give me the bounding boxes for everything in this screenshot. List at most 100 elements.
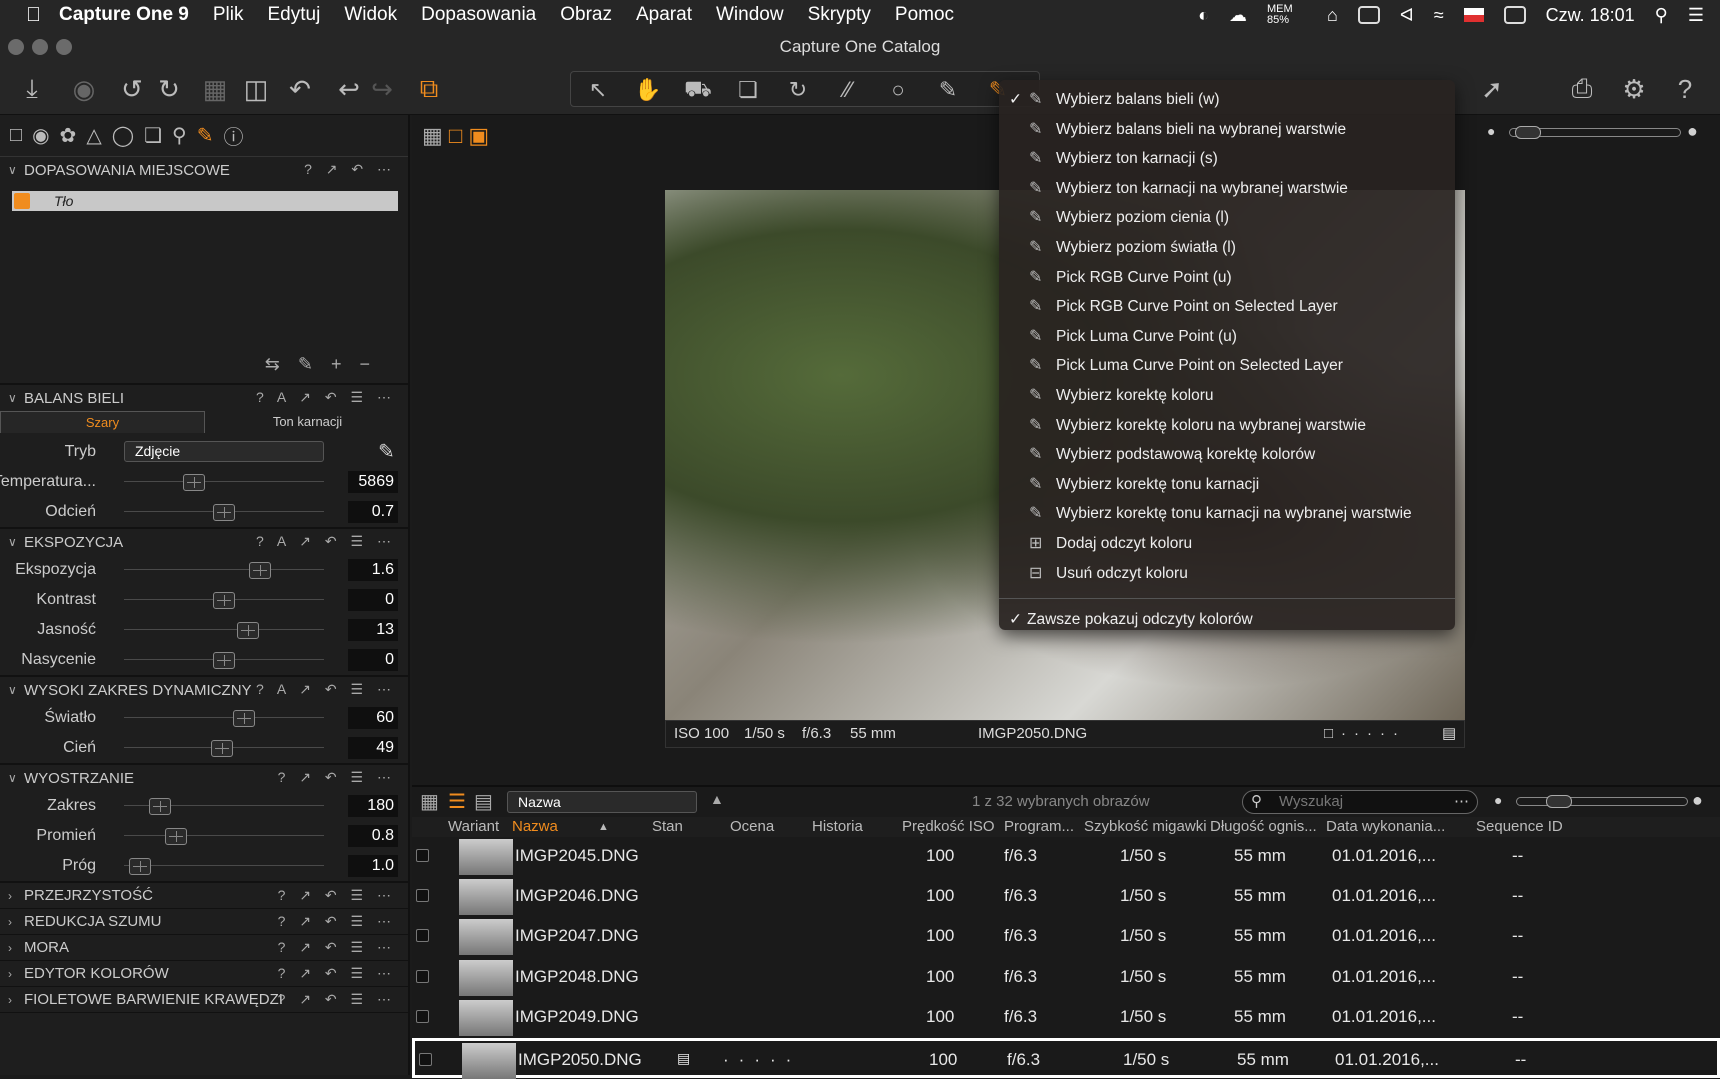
- slider-value[interactable]: 0.8: [348, 825, 398, 847]
- rotate-tool-icon[interactable]: ↻: [783, 72, 813, 108]
- slider-track[interactable]: [124, 835, 324, 836]
- slider-track[interactable]: [124, 569, 324, 570]
- row-checkbox[interactable]: [416, 849, 429, 862]
- sort-direction-icon[interactable]: ▲: [710, 791, 724, 807]
- thumb-knob[interactable]: [1546, 795, 1572, 808]
- print-icon[interactable]: ⎙: [1565, 71, 1599, 107]
- column-header[interactable]: Prędkość ISO: [902, 818, 995, 835]
- menu-obraz[interactable]: Obraz: [560, 4, 612, 26]
- undo-icon[interactable]: ↩: [335, 71, 363, 107]
- column-header[interactable]: Wariant: [448, 818, 499, 835]
- table-row[interactable]: IMGP2045.DNG 100 f/6.3 1/50 s 55 mm 01.01.201…: [412, 837, 1720, 877]
- slider-track[interactable]: [124, 481, 324, 482]
- section-actions[interactable]: ? ↗ ↶ ☰ ⋯: [278, 991, 396, 1008]
- do-not-disturb-icon[interactable]: ◐: [1198, 5, 1209, 26]
- menu-item[interactable]: ✎ Wybierz ton karnacji (s): [999, 144, 1455, 174]
- table-row[interactable]: IMGP2046.DNG 100 f/6.3 1/50 s 55 mm 01.01.201…: [412, 877, 1720, 917]
- slider-value[interactable]: 0: [348, 649, 398, 671]
- menu-skrypty[interactable]: Skrypty: [808, 4, 871, 26]
- menu-item[interactable]: ✎ Pick Luma Curve Point (u): [999, 322, 1455, 352]
- photo-info-icon[interactable]: ▤: [1442, 721, 1456, 747]
- lens-tab-icon[interactable]: ◯: [112, 123, 134, 148]
- export-icon[interactable]: ➚: [1476, 71, 1508, 107]
- capture-tab-icon[interactable]: ◉: [32, 123, 49, 148]
- table-row[interactable]: IMGP2050.DNG 100 f/6.3 1/50 s 55 mm 01.01.201…: [412, 1037, 1720, 1079]
- menu-window[interactable]: Window: [716, 4, 784, 26]
- menu-item[interactable]: ✎ Wybierz korektę tonu karnacji: [999, 470, 1455, 500]
- grid-view-icon[interactable]: ▦: [422, 123, 443, 148]
- section-hdr[interactable]: ∨ WYSOKI ZAKRES DYNAMICZNY ? A ↗ ↶ ☰ ⋯: [0, 677, 408, 703]
- table-row[interactable]: IMGP2049.DNG 100 f/6.3 1/50 s 55 mm 01.01.201…: [412, 998, 1720, 1038]
- cloud-icon[interactable]: ☁: [1229, 5, 1247, 26]
- add-layer-icon[interactable]: +: [331, 354, 360, 374]
- bluetooth-icon[interactable]: ᐊ: [1400, 5, 1414, 26]
- section-collapsed[interactable]: › EDYTOR KOLORÓW ? ↗ ↶ ☰ ⋯: [0, 961, 408, 987]
- slider-knob[interactable]: [213, 504, 235, 521]
- rating-dots[interactable]: ·····: [723, 1050, 801, 1070]
- slider-knob[interactable]: [233, 710, 255, 727]
- section-white-balance[interactable]: ∨ BALANS BIELI ? A ↗ ↶ ☰ ⋯: [0, 385, 408, 411]
- section-local-adjustments[interactable]: ∨ DOPASOWANIA MIEJSCOWE ? ↗ ↶ ⋯: [0, 157, 408, 183]
- local-adjustments-tab-icon[interactable]: ✎: [197, 123, 214, 148]
- slider-knob[interactable]: [213, 652, 235, 669]
- section-actions[interactable]: ? ↗ ↶ ☰ ⋯: [278, 965, 396, 982]
- menu-edytuj[interactable]: Edytuj: [268, 4, 321, 26]
- sliders-icon[interactable]: ⇆: [265, 354, 298, 374]
- import-icon[interactable]: ⤓: [16, 71, 48, 107]
- slider-value[interactable]: 5869: [348, 471, 398, 493]
- tab-gray[interactable]: Szary: [0, 411, 205, 433]
- menu-item[interactable]: ✎ Wybierz poziom światła (l): [999, 233, 1455, 263]
- minimize-window-button[interactable]: [32, 39, 48, 55]
- menu-item[interactable]: ✎ Pick Luma Curve Point on Selected Layer: [999, 351, 1455, 381]
- column-header[interactable]: Program...: [1004, 818, 1074, 835]
- zoom-window-button[interactable]: [56, 39, 72, 55]
- menu-dopasowania[interactable]: Dopasowania: [421, 4, 536, 26]
- slider-value[interactable]: 0: [348, 589, 398, 611]
- mode-select[interactable]: Zdjęcie: [124, 441, 324, 462]
- copy-apply-icon[interactable]: ⧉: [412, 71, 446, 107]
- tab-skin-tone[interactable]: Ton karnacji: [205, 411, 408, 433]
- table-row[interactable]: IMGP2048.DNG 100 f/6.3 1/50 s 55 mm 01.01.201…: [412, 958, 1720, 998]
- flag-icon[interactable]: [1463, 8, 1484, 22]
- reset-icon[interactable]: ↶: [286, 71, 314, 107]
- menu-item[interactable]: ✎ Wybierz poziom cienia (l): [999, 203, 1455, 233]
- row-checkbox[interactable]: [416, 969, 429, 983]
- close-window-button[interactable]: [8, 39, 24, 55]
- section-actions[interactable]: ? ↗ ↶ ☰ ⋯: [278, 913, 396, 930]
- help-icon[interactable]: ?: [1670, 71, 1700, 107]
- exposure-tab-icon[interactable]: △: [86, 123, 101, 148]
- layer-checkbox[interactable]: [14, 193, 30, 209]
- spot-removal-icon[interactable]: ○: [883, 72, 913, 108]
- slider-value[interactable]: 180: [348, 795, 398, 817]
- slider-value[interactable]: 1.6: [348, 559, 398, 581]
- slider-value[interactable]: 1.0: [348, 855, 398, 877]
- remove-layer-icon[interactable]: −: [359, 354, 388, 374]
- slider-track[interactable]: [124, 865, 324, 866]
- slider-knob[interactable]: [237, 622, 259, 639]
- zoom-knob[interactable]: [1515, 126, 1541, 139]
- thumb-size-slider[interactable]: ● ●: [1494, 790, 1712, 810]
- section-actions[interactable]: ? ↗ ↶ ☰ ⋯: [278, 939, 396, 956]
- menu-plik[interactable]: Plik: [213, 4, 244, 26]
- trash-icon[interactable]: ◫: [242, 71, 270, 107]
- search-input[interactable]: ⚲ Wyszukaj ⋯: [1242, 790, 1478, 814]
- menu-item[interactable]: ⊞ Dodaj odczyt koloru: [999, 529, 1455, 559]
- menu-item[interactable]: ✎ Wybierz korektę tonu karnacji na wybran…: [999, 499, 1455, 529]
- redo-icon[interactable]: ↪: [368, 71, 396, 107]
- pan-hand-icon[interactable]: ✋: [633, 72, 663, 108]
- battery-icon[interactable]: [1503, 6, 1526, 24]
- menu-widok[interactable]: Widok: [344, 4, 397, 26]
- section-actions[interactable]: ? A ↗ ↶ ☰ ⋯: [256, 681, 396, 698]
- slider-knob[interactable]: [149, 798, 171, 815]
- move-to-icon[interactable]: ▦: [200, 71, 230, 107]
- brush-menu-icon[interactable]: ✎: [298, 354, 331, 374]
- slider-value[interactable]: 60: [348, 707, 398, 729]
- zoom-slider[interactable]: ● ●: [1487, 121, 1707, 141]
- column-header[interactable]: Ocena: [730, 818, 774, 835]
- menu-pomoc[interactable]: Pomoc: [895, 4, 954, 26]
- row-checkbox[interactable]: [419, 1052, 432, 1066]
- section-collapsed[interactable]: › MORA ? ↗ ↶ ☰ ⋯: [0, 935, 408, 961]
- section-sharpening[interactable]: ∨ WYOSTRZANIE ? ↗ ↶ ☰ ⋯: [0, 765, 408, 791]
- column-header[interactable]: Stan: [652, 818, 683, 835]
- grid-browser-icon[interactable]: ▦: [420, 789, 439, 814]
